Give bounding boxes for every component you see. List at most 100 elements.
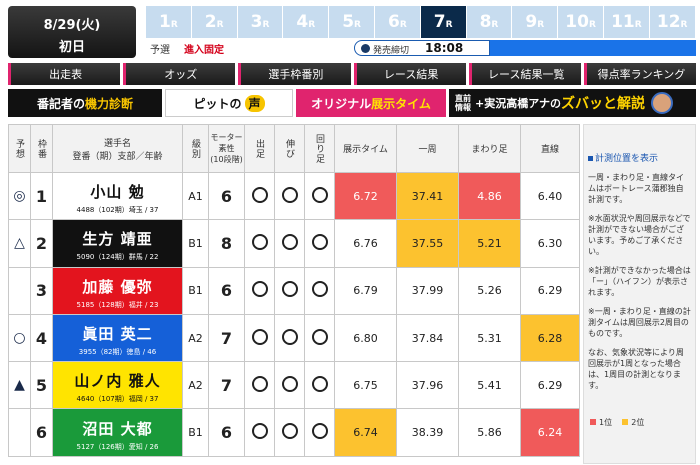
circle-icon — [251, 328, 268, 345]
race-tab-7[interactable]: 7R — [420, 6, 467, 38]
de-rating — [244, 219, 275, 268]
menu-result-list[interactable]: レース結果一覧 — [468, 63, 581, 85]
de-rating — [244, 361, 275, 410]
date-box: 8/29(火) 初日 — [8, 6, 136, 58]
circle-icon — [311, 233, 328, 250]
race-tab-number: 12 — [656, 12, 681, 32]
race-tab-8[interactable]: 8R — [466, 6, 513, 38]
mawariashi-time: 4.86 — [458, 171, 521, 221]
race-tab-suffix: R — [399, 20, 407, 30]
kiryoku-pre: 番記者の — [36, 96, 85, 111]
race-tab-suffix: R — [588, 20, 596, 30]
player-cell[interactable]: 眞田 英二 3955（82期）徳島 / 46 — [52, 313, 183, 363]
player-name: 眞田 英二 — [82, 325, 153, 344]
table-row: ▲ 5 山ノ内 雅人 4640（107期）福岡 / 37 A2 7 6.75 37.96 5.4… — [8, 361, 580, 410]
legend-rank2: 2位 — [631, 418, 645, 427]
race-tab-9[interactable]: 9R — [512, 6, 559, 38]
tenji-time: 6.72 — [334, 171, 397, 221]
tenji-time: 6.74 — [334, 408, 397, 457]
feature-tenji-button[interactable]: オリジナル 展示タイム — [296, 89, 446, 117]
mawari-rating — [304, 361, 335, 410]
note-hyphen: ※計測ができなかった場合は「ー」（ハイフン）が表示されます。 — [588, 266, 691, 297]
race-tab-1[interactable]: 1R — [146, 6, 192, 38]
chokusen-time: 6.28 — [520, 313, 580, 363]
race-tab-6[interactable]: 6R — [374, 6, 421, 38]
motor-rating: 7 — [208, 313, 245, 363]
menu-race-result[interactable]: レース結果 — [353, 63, 466, 85]
race-tab-5[interactable]: 5R — [329, 6, 375, 38]
de-rating — [244, 408, 275, 457]
race-tab-12[interactable]: 12 R — [649, 6, 696, 38]
tenji-time: 6.80 — [334, 313, 397, 363]
header-player: 選手名 登番（期）支部／年齢 — [52, 124, 183, 173]
motor-rating: 6 — [208, 171, 245, 221]
race-tab-number: 11 — [611, 12, 635, 32]
isshu-time: 37.96 — [396, 361, 459, 410]
note-lap2: ※一周・まわり足・直線の計測タイムは周回展示2周目のものです。 — [588, 307, 691, 338]
note-weather: なお、気象状況等により周回展示が1周となった場合は、1周目の計測となります。 — [588, 348, 684, 390]
header-nobi: 伸び — [274, 124, 305, 173]
race-tab-number: 6 — [387, 12, 400, 32]
grade: A1 — [182, 171, 209, 221]
legend-rank1-swatch — [590, 419, 596, 425]
table-row: △ 2 生方 靖亜 5090（124期）群馬 / 22 B1 8 6.76 37.55 5.21… — [8, 219, 580, 268]
player-cell[interactable]: 加藤 優弥 5185（128期）福井 / 23 — [52, 266, 183, 315]
nobi-rating — [274, 266, 305, 315]
mawariashi-time: 5.21 — [458, 219, 521, 268]
race-tab-10[interactable]: 10 R — [558, 6, 604, 38]
mawari-rating — [304, 171, 335, 221]
table-row: ○ 4 眞田 英二 3955（82期）徳島 / 46 A2 7 6.80 37.84 5.31 6… — [8, 313, 580, 363]
isshu-time: 37.41 — [396, 171, 459, 221]
race-tab-suffix: R — [445, 20, 453, 30]
jikkyo-mid: +実況高橋アナの — [475, 97, 561, 110]
isshu-time: 37.84 — [396, 313, 459, 363]
header-mawariashi: まわり足 — [458, 124, 521, 173]
menu-player-frame[interactable]: 選手枠番別 — [238, 63, 351, 85]
waku-number: 2 — [30, 219, 53, 268]
player-cell[interactable]: 生方 靖亜 5090（124期）群馬 / 22 — [52, 219, 183, 268]
de-rating — [244, 313, 275, 363]
race-tab-2[interactable]: 2R — [191, 6, 238, 38]
table-row: 6 沼田 大都 5127（126期）愛知 / 26 B1 6 6.74 38.39 5.86 6… — [8, 408, 580, 457]
player-cell[interactable]: 小山 勉 4488（102期）埼玉 / 37 — [52, 171, 183, 221]
race-tab-suffix: R — [170, 20, 178, 30]
motor-rating: 7 — [208, 361, 245, 410]
waku-number: 1 — [30, 171, 53, 221]
race-tab-3[interactable]: 3R — [237, 6, 284, 38]
race-tab-suffix: R — [680, 20, 688, 30]
race-tab-number: 2 — [204, 12, 217, 32]
jikkyo-small: 直前 情報 — [455, 94, 471, 112]
nobi-rating — [274, 408, 305, 457]
feature-jikkyo-button[interactable]: 直前 情報 +実況高橋アナの ズバッと解説 — [449, 89, 696, 117]
de-rating — [244, 171, 275, 221]
show-measure-position-link[interactable]: 計測位置を表示 — [588, 151, 691, 164]
feature-pit-button[interactable]: ピットの声 — [165, 89, 293, 117]
table-header-row: 予想 枠番 選手名 登番（期）支部／年齢 級別 モーター素性 (10段階) 出足… — [8, 124, 580, 173]
motor-rating: 6 — [208, 266, 245, 315]
race-tab-11[interactable]: 11 R — [603, 6, 650, 38]
feature-kiryoku-button[interactable]: 番記者の 機力診断 — [8, 89, 162, 117]
mawari-rating — [304, 266, 335, 315]
menu-odds[interactable]: オッズ — [123, 63, 236, 85]
grade: B1 — [182, 266, 209, 315]
player-cell[interactable]: 沼田 大都 5127（126期）愛知 / 26 — [52, 408, 183, 457]
side-notes: 計測位置を表示 一周・まわり足・直線タイムはボートレース蒲郡独自計測です。 ※水… — [583, 124, 696, 464]
isshu-time: 38.39 — [396, 408, 459, 457]
menu-entry-list[interactable]: 出走表 — [8, 63, 121, 85]
pit-hl: 声 — [244, 94, 265, 112]
race-tab-number: 8 — [479, 12, 492, 32]
day-label: 初日 — [58, 40, 85, 55]
waku-number: 3 — [30, 266, 53, 315]
circle-icon — [281, 186, 298, 203]
mawariashi-time: 5.86 — [458, 408, 521, 457]
tenji-hl: 展示タイム — [371, 96, 431, 111]
race-tab-4[interactable]: 4R — [283, 6, 330, 38]
player-cell[interactable]: 山ノ内 雅人 4640（107期）福岡 / 37 — [52, 361, 183, 410]
yoso-mark — [8, 408, 31, 457]
legend-rank1: 1位 — [599, 418, 613, 427]
mawariashi-time: 5.41 — [458, 361, 521, 410]
yoso-mark: △ — [8, 219, 31, 268]
mawari-rating — [304, 219, 335, 268]
menu-ranking[interactable]: 得点率ランキング — [583, 63, 697, 85]
de-rating — [244, 266, 275, 315]
